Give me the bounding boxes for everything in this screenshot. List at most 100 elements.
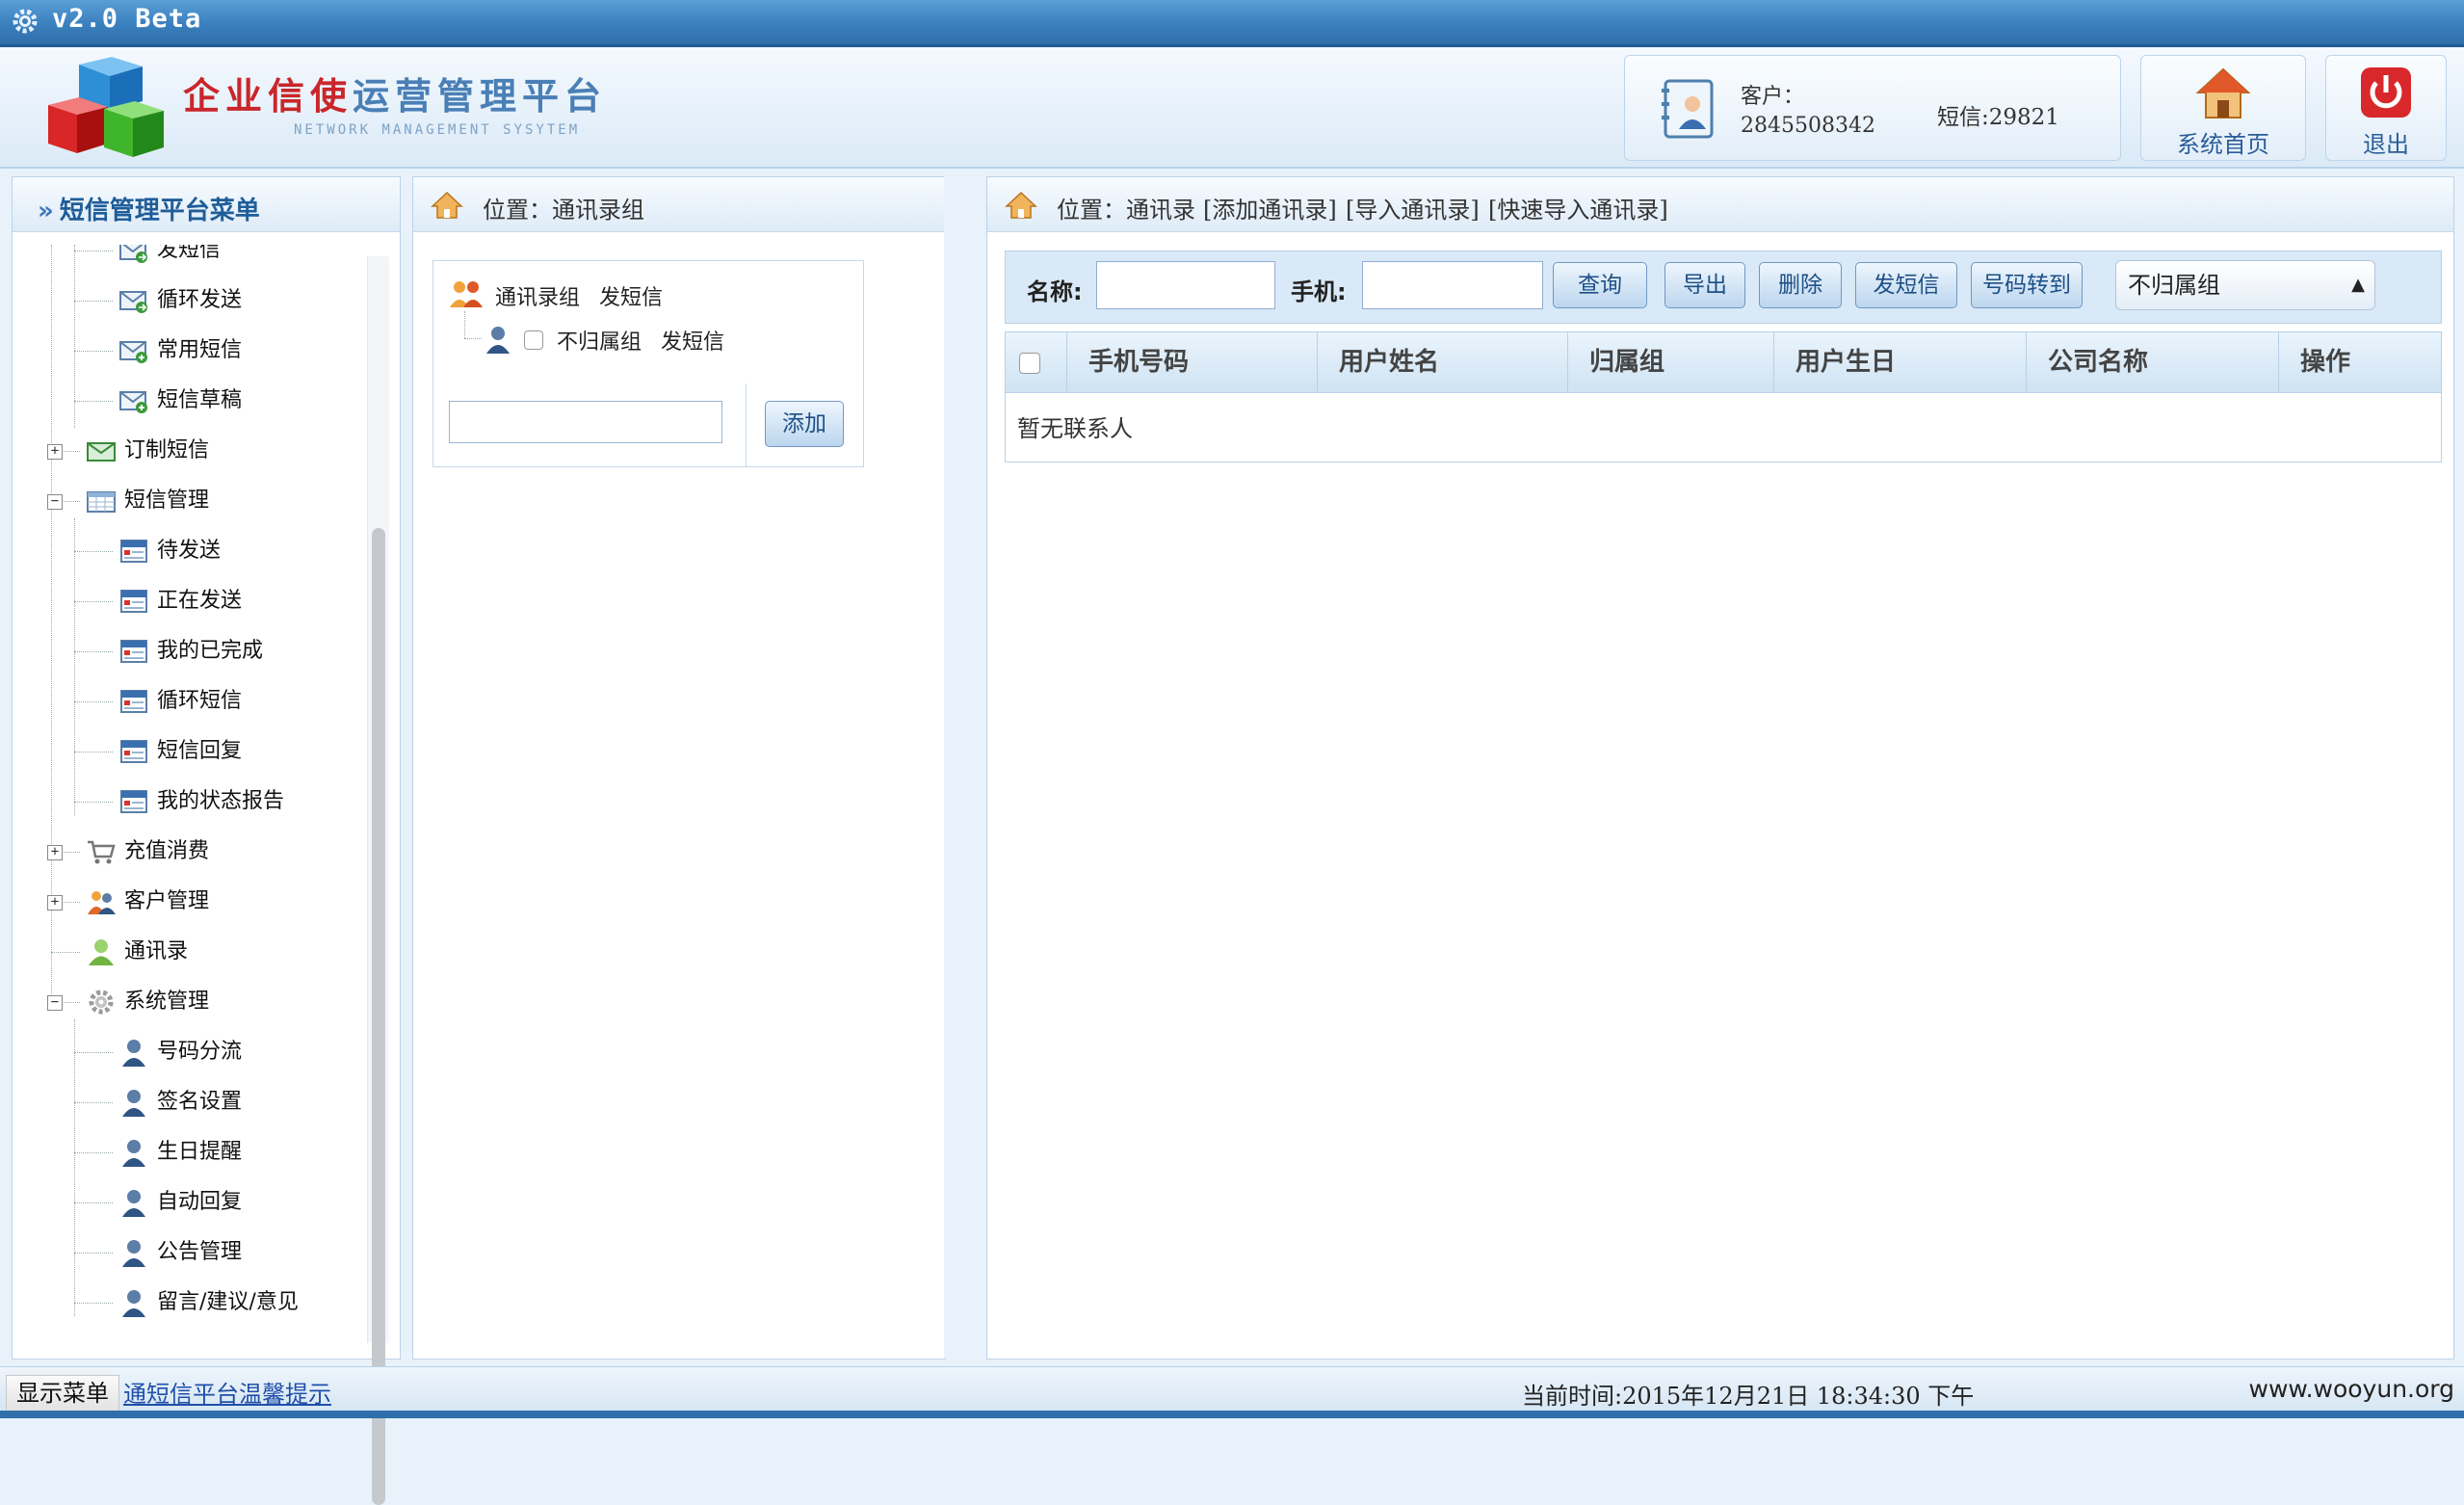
select-all-checkbox[interactable] [1019, 353, 1040, 374]
tips-link[interactable]: 通短信平台温馨提示 [123, 1375, 331, 1409]
sidebar-item-label: 号码分流 [157, 1040, 243, 1064]
sidebar-item[interactable]: 系统管理 [86, 983, 209, 1021]
tree-line [74, 1253, 113, 1254]
calendar-icon [118, 587, 149, 616]
import-contacts-link[interactable]: [导入通讯录] [1346, 191, 1480, 224]
exit-button[interactable]: 退出 [2325, 55, 2447, 161]
panel-gap [944, 176, 986, 1358]
sidebar-item[interactable]: 公告管理 [118, 1233, 242, 1272]
status-bar: 显示菜单 通短信平台温馨提示 当前时间:2015年12月21日 18:34:30… [0, 1366, 2464, 1412]
sidebar-item[interactable]: 常用短信 [118, 331, 242, 370]
group-panel-header: 位置：通讯录组 [413, 177, 945, 232]
group-icon [450, 281, 483, 307]
group-tree: 通讯录组 发短信 不归属组 发短信 [433, 260, 864, 385]
expand-toggle-icon[interactable]: + [47, 895, 63, 911]
column-birthday[interactable]: 用户生日 [1774, 332, 2027, 392]
system-home-button[interactable]: 系统首页 [2140, 55, 2306, 161]
export-button[interactable]: 导出 [1665, 262, 1745, 308]
column-group[interactable]: 归属组 [1568, 332, 1774, 392]
tree-line [74, 1303, 113, 1304]
sidebar-item-label: 充值消费 [124, 839, 210, 863]
menu-tree: 发短信循环发送常用短信短信草稿 + 订制短信 − 短信管理待发送正在发送我的已完成循环短… [13, 245, 359, 1349]
sidebar-item[interactable]: 待发送 [118, 532, 221, 570]
sidebar-item-label: 客户管理 [124, 889, 210, 913]
sidebar-item-label: 通讯录 [124, 939, 189, 964]
group-checkbox[interactable] [524, 330, 543, 350]
sidebar-item-label: 系统管理 [124, 990, 210, 1014]
column-company[interactable]: 公司名称 [2027, 332, 2279, 392]
scrollbar-thumb[interactable] [372, 528, 385, 1505]
tree-line [464, 311, 465, 338]
tree-line [51, 952, 80, 953]
collapse-toggle-icon[interactable]: − [47, 995, 63, 1011]
sidebar-item-label: 生日提醒 [157, 1140, 243, 1164]
select-all-cell [1006, 332, 1067, 392]
collapse-toggle-icon[interactable]: − [47, 494, 63, 510]
sidebar-item[interactable]: 订制短信 [86, 432, 209, 470]
customer-label: 客户： [1741, 85, 1805, 109]
column-phone[interactable]: 手机号码 [1067, 332, 1318, 392]
sidebar-item-label: 发短信 [157, 245, 222, 262]
group-select[interactable]: 不归属组 ▲ [2115, 260, 2375, 310]
sidebar-item[interactable]: 客户管理 [86, 883, 209, 921]
sidebar-item[interactable]: 短信回复 [118, 732, 242, 771]
tree-line [74, 301, 113, 302]
sidebar-item[interactable]: 循环短信 [118, 682, 242, 721]
sidebar-item[interactable]: 短信草稿 [118, 382, 242, 420]
sidebar-item[interactable]: 生日提醒 [118, 1133, 242, 1172]
empty-table-message: 暂无联系人 [1017, 415, 1133, 442]
sidebar-item[interactable]: 我的已完成 [118, 632, 263, 671]
sidebar-item[interactable]: 自动回复 [118, 1183, 242, 1222]
quick-import-link[interactable]: [快速导入通讯录] [1488, 191, 1668, 224]
name-input[interactable] [1096, 261, 1275, 309]
sidebar-item[interactable]: 我的状态报告 [118, 782, 284, 821]
home-icon [1005, 191, 1037, 219]
phone-input[interactable] [1362, 261, 1543, 309]
move-number-button[interactable]: 号码转到 [1971, 262, 2083, 308]
sidebar-item-label: 正在发送 [157, 589, 243, 613]
tree-line [74, 1019, 75, 1316]
divider [746, 383, 747, 466]
system-home-label: 系统首页 [2177, 131, 2269, 158]
group-root-send-link[interactable]: 发短信 [599, 280, 663, 311]
sidebar-item[interactable]: 留言/建议/意见 [118, 1283, 299, 1322]
query-button[interactable]: 查询 [1553, 262, 1647, 308]
calendar-icon [118, 737, 149, 766]
expand-toggle-icon[interactable]: + [47, 444, 63, 460]
group-root-label[interactable]: 通讯录组 [495, 280, 580, 311]
delete-button[interactable]: 删除 [1759, 262, 1842, 308]
sidebar-scrollbar[interactable] [367, 256, 389, 1505]
sidebar-item-label: 循环短信 [157, 689, 243, 713]
customer-account: 2845508342 [1741, 114, 1875, 138]
users-icon [86, 887, 117, 916]
sidebar-title: » 短信管理平台菜单 [38, 197, 260, 225]
sidebar-item[interactable]: 充值消费 [86, 832, 209, 871]
tree-line [74, 1202, 113, 1203]
sidebar-item[interactable]: 签名设置 [118, 1083, 242, 1122]
sidebar-item-label: 常用短信 [157, 338, 243, 362]
show-menu-button[interactable]: 显示菜单 [6, 1375, 119, 1412]
sidebar-item[interactable]: 循环发送 [118, 281, 242, 320]
sidebar-item-label: 我的已完成 [157, 639, 264, 663]
group-child-send-link[interactable]: 发短信 [661, 325, 724, 356]
add-contact-link[interactable]: [添加通讯录] [1203, 191, 1337, 224]
calendar-icon [118, 687, 149, 716]
sidebar-item-label: 循环发送 [157, 288, 243, 312]
sidebar-item[interactable]: 号码分流 [118, 1033, 242, 1071]
expand-toggle-icon[interactable]: + [47, 845, 63, 860]
logo-cubes-icon [48, 57, 164, 157]
sidebar-item[interactable]: 短信管理 [86, 482, 209, 520]
sidebar-menu: » 短信管理平台菜单 发短信循环发送常用短信短信草稿 + 订制短信 − 短信管理待发送正在… [12, 176, 401, 1505]
sidebar-header: » 短信管理平台菜单 [13, 177, 400, 232]
add-group-button[interactable]: 添加 [765, 401, 844, 447]
table-icon [86, 487, 117, 515]
group-child-label[interactable]: 不归属组 [557, 325, 642, 356]
site-watermark: www.wooyun.org [2248, 1375, 2454, 1403]
group-name-input[interactable] [449, 401, 722, 443]
sidebar-item[interactable]: 正在发送 [118, 582, 242, 620]
sidebar-item[interactable]: 发短信 [118, 245, 221, 270]
account-info-box: 客户： 2845508342 短信:29821 [1624, 55, 2121, 161]
sidebar-item[interactable]: 通讯录 [86, 933, 188, 971]
column-name[interactable]: 用户姓名 [1318, 332, 1568, 392]
send-sms-button[interactable]: 发短信 [1855, 262, 1957, 308]
